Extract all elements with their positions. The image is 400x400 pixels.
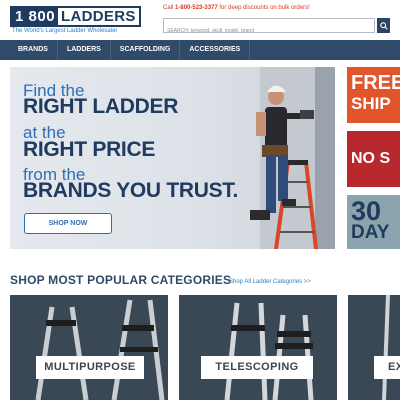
search-button[interactable] — [377, 18, 390, 33]
category-label-multipurpose: MULTIPURPOSE — [36, 356, 144, 379]
category-card-telescoping[interactable]: TELESCOPING — [179, 295, 337, 400]
free-shipping-text-b: SHIP — [351, 94, 391, 113]
categories-heading: SHOP MOST POPULAR CATEGORIES — [10, 273, 232, 287]
search-input[interactable] — [164, 24, 374, 38]
category-card-extension[interactable]: EX — [348, 295, 400, 400]
hero-line-2: RIGHT LADDER — [23, 95, 179, 118]
nav-item-ladders[interactable]: LADDERS — [58, 40, 111, 60]
free-shipping-promo[interactable]: FREE SHIP — [347, 67, 400, 123]
search-box — [163, 18, 375, 38]
nav-item-brands[interactable]: BRANDS — [0, 40, 58, 60]
bulk-order-promo: Call 1-800-523-3377 for deep discounts o… — [163, 5, 310, 11]
hero-line-4: RIGHT PRICE — [23, 138, 156, 161]
category-label-extension: EX — [374, 356, 400, 379]
site-logo[interactable]: 1 800 LADDERS — [10, 6, 145, 27]
telescoping-ladder-image — [179, 295, 337, 400]
search-icon — [379, 21, 388, 30]
multipurpose-ladder-image — [10, 295, 168, 400]
category-label-telescoping: TELESCOPING — [201, 356, 313, 379]
thirty-day-text-b: DAY — [351, 222, 390, 243]
hero-banner[interactable]: Find the RIGHT LADDER at the RIGHT PRICE… — [10, 67, 335, 249]
hero-line-6: BRANDS YOU TRUST. — [23, 179, 239, 202]
promo-prefix: Call — [163, 5, 176, 11]
extension-ladder-image — [348, 295, 400, 400]
logo-word: LADDERS — [61, 8, 136, 25]
promo-phone[interactable]: 1-800-523-3377 — [175, 5, 218, 11]
logo-box: 1 800 LADDERS — [10, 6, 141, 27]
no-sales-tax-promo[interactable]: NO S — [347, 131, 400, 187]
tagline: The World's Largest Ladder Wholesaler — [12, 28, 118, 34]
nav-item-accessories[interactable]: ACCESSORIES — [180, 40, 251, 60]
shop-now-button[interactable]: SHOP NOW — [24, 213, 112, 234]
promo-suffix: for deep discounts on bulk orders! — [217, 5, 310, 11]
logo-number: 1 800 — [12, 8, 59, 25]
worker-on-ladder-image — [250, 67, 335, 249]
nav-item-scaffolding[interactable]: SCAFFOLDING — [111, 40, 181, 60]
shop-all-categories-link[interactable]: Shop All Ladder Categories >> — [229, 279, 311, 285]
main-nav: BRANDS LADDERS SCAFFOLDING ACCESSORIES — [0, 40, 400, 60]
free-shipping-text-a: FREE — [351, 72, 400, 94]
category-card-multipurpose[interactable]: MULTIPURPOSE — [10, 295, 168, 400]
no-sales-tax-text: NO S — [351, 150, 391, 167]
thirty-day-returns-promo[interactable]: 30 DAY — [347, 195, 400, 249]
site-header: 1 800 LADDERS The World's Largest Ladder… — [0, 0, 400, 40]
